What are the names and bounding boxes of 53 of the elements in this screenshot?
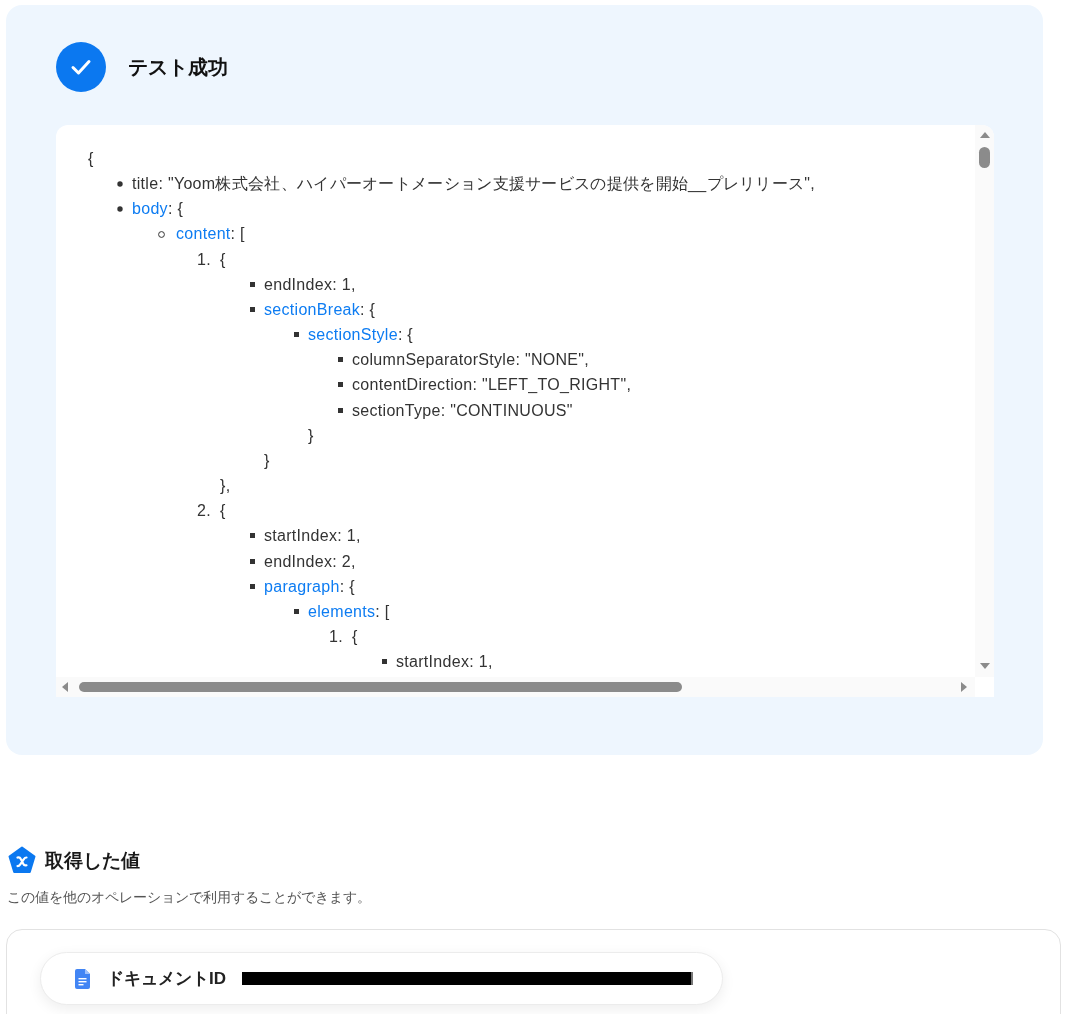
result-title: テスト成功 [128, 54, 228, 80]
scroll-left-arrow-icon[interactable] [62, 682, 68, 692]
check-circle-icon [56, 42, 106, 92]
square-bullet-icon [338, 357, 343, 363]
square-bullet-icon [250, 533, 255, 539]
json-line: content: [ [176, 224, 246, 245]
square-bullet-icon [338, 407, 343, 413]
closing-brace: } [264, 450, 271, 471]
scroll-right-arrow-icon[interactable] [961, 682, 967, 692]
list-number: 1. [329, 626, 343, 647]
json-line: columnSeparatorStyle: "NONE", [352, 350, 591, 371]
scroll-down-arrow-icon[interactable] [979, 663, 990, 669]
square-bullet-icon [338, 382, 343, 388]
json-line: sectionType: "CONTINUOUS" [352, 400, 574, 421]
json-line: title: "Yoom株式会社、ハイパーオートメーション支援サービスの提供を開始__プレリリース", [132, 174, 817, 195]
list-number: 1. [197, 249, 211, 270]
horizontal-scrollbar[interactable] [56, 677, 975, 697]
json-line: body: { [132, 199, 185, 220]
json-line: sectionStyle: { [308, 325, 414, 346]
json-line: { [220, 501, 227, 522]
json-line: elements: [ [308, 601, 391, 622]
json-line: endIndex: 2, [264, 551, 357, 572]
ring-bullet-icon [158, 230, 165, 238]
pentagon-x-icon [8, 846, 36, 874]
scrollbar-thumb[interactable] [979, 147, 990, 168]
square-bullet-icon [250, 583, 255, 589]
opening-brace: { [88, 149, 95, 169]
json-line: contentDirection: "LEFT_TO_RIGHT", [352, 375, 633, 396]
square-bullet-icon [382, 659, 387, 665]
json-line: { [352, 626, 359, 647]
square-bullet-icon [294, 332, 299, 338]
disc-bullet-icon [117, 180, 123, 187]
json-line: endIndex: 1, [264, 274, 357, 295]
json-line: paragraph: { [264, 576, 356, 597]
json-line: sectionBreak: { [264, 299, 377, 320]
json-line: { [220, 249, 227, 270]
section-description: この値を他のオペレーションで利用することができます。 [7, 888, 372, 907]
vertical-scrollbar[interactable] [975, 125, 994, 677]
field-label: ドキュメントID [107, 968, 226, 990]
scrollbar-thumb[interactable] [79, 682, 682, 692]
list-number: 2. [197, 501, 211, 522]
disc-bullet-icon [117, 205, 123, 212]
section-title: 取得した値 [45, 848, 140, 873]
json-line: startIndex: 1, [396, 652, 494, 673]
square-bullet-icon [250, 281, 255, 287]
json-line: startIndex: 1, [264, 526, 362, 547]
square-bullet-icon [294, 608, 299, 614]
document-icon [75, 968, 90, 989]
square-bullet-icon [250, 307, 255, 312]
square-bullet-icon [250, 558, 255, 564]
closing-brace: } [308, 425, 315, 446]
closing-brace: }, [220, 476, 232, 497]
scroll-up-arrow-icon[interactable] [979, 132, 990, 138]
